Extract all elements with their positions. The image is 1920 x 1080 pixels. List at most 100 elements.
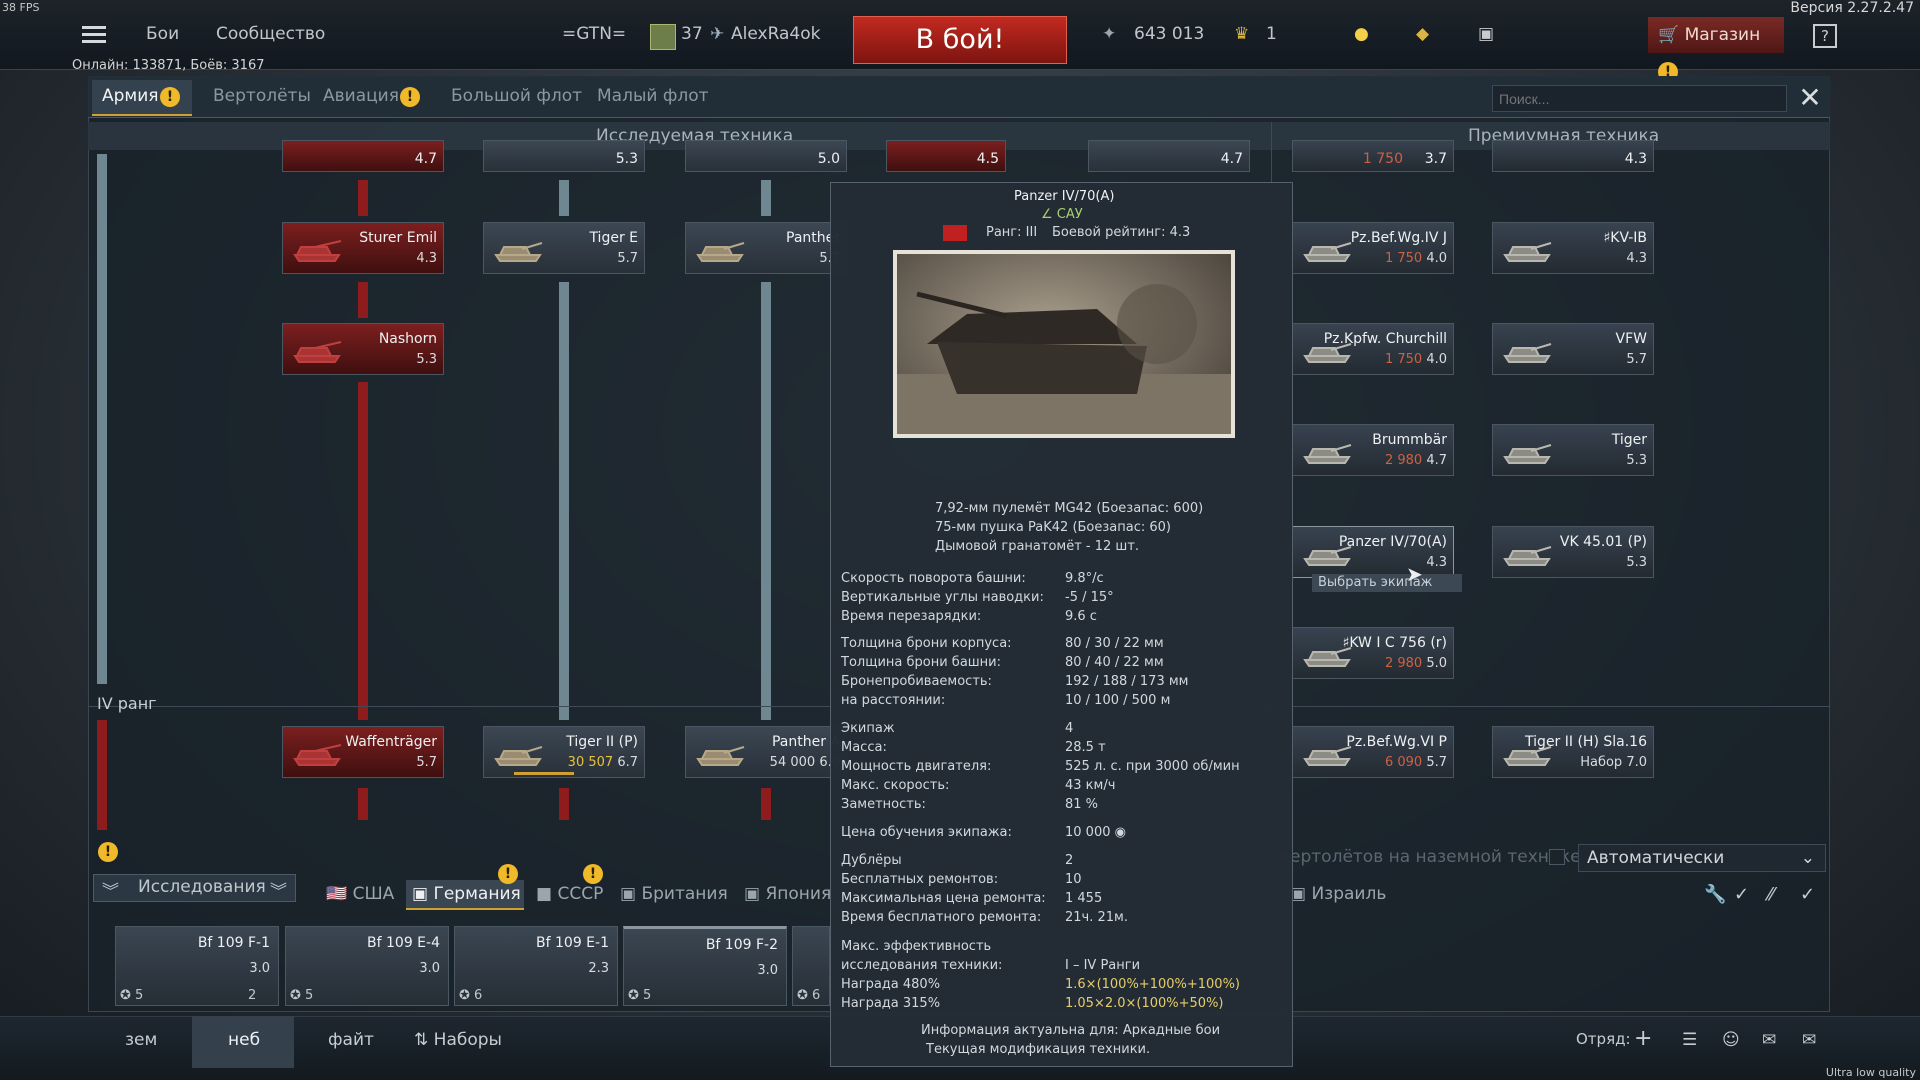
player-nickname[interactable]: AlexRa4ok — [731, 24, 821, 44]
double-check-icon[interactable]: ⁄⁄ — [1768, 884, 1774, 905]
vehicle-card-partial[interactable]: 4.7 — [1088, 140, 1250, 172]
presets-button[interactable]: ⇅ Наборы — [414, 1030, 502, 1050]
premium-card-tiger[interactable]: Tiger 5.3 — [1492, 424, 1654, 476]
crew-slot-bf109e1[interactable]: Bf 109 E-1 2.3 ✪ 6 — [454, 926, 618, 1006]
premium-card-vk-4501-p[interactable]: VK 45.01 (P) 5.3 — [1492, 526, 1654, 578]
premium-card-pzbefwg-iv-j[interactable]: Pz.Bef.Wg.IV J 1 750 4.0 — [1292, 222, 1454, 274]
vehicle-card-tiger-ii-p[interactable]: Tiger II (P) 30 507 6.7 — [483, 726, 645, 778]
vehicle-tooltip: Panzer IV/70(A) ∠ САУ Ранг: III Боевой р… — [830, 182, 1293, 1067]
wrench-icon[interactable]: 🔧 — [1704, 884, 1726, 905]
close-icon[interactable]: ✕ — [1795, 84, 1825, 114]
vehicle-card-nashorn[interactable]: Nashorn 5.3 — [282, 323, 444, 375]
tank-icon — [293, 744, 342, 766]
vehicle-card-tiger-e[interactable]: Tiger E 5.7 — [483, 222, 645, 274]
plane-icon: ✈ — [710, 24, 725, 44]
vehicle-card-partial[interactable]: 4.7 — [282, 140, 444, 172]
vehicle-photo — [893, 250, 1235, 438]
vehicle-card-partial[interactable]: 4.5 — [886, 140, 1006, 172]
mode-ground-button[interactable]: зем — [125, 1030, 157, 1050]
premium-card-brummbaer[interactable]: Brummbär 2 980 4.7 — [1292, 424, 1454, 476]
crew-slot-partial[interactable]: ✪ 6 — [792, 926, 830, 1006]
tab-aviation[interactable]: Авиация — [323, 86, 399, 106]
nation-tab-britain[interactable]: ▣ Британия — [620, 884, 728, 904]
research-toggle[interactable]: ︾ Исследования ︾ — [93, 874, 296, 902]
version-label: Версия 2.27.2.47 — [1790, 0, 1914, 16]
crew-slot-bf109f1[interactable]: Bf 109 F-1 3.0 ✪ 5 2 — [115, 926, 279, 1006]
tooltip-footer: Информация актуальна для: Аркадные бои — [921, 1023, 1221, 1038]
nation-tab-ussr[interactable]: ■ СССР — [536, 884, 603, 904]
vehicle-card-waffentraeger[interactable]: Waffenträger 5.7 — [282, 726, 444, 778]
friends-icon[interactable]: ☺ — [1722, 1030, 1740, 1050]
checkmark-icon[interactable]: ✓ — [1800, 884, 1815, 905]
sort-icon: ⇅ — [414, 1030, 429, 1050]
vehicle-card-partial[interactable]: 5.3 — [483, 140, 645, 172]
stat-value: 10 — [1065, 872, 1082, 887]
tank-icon — [1303, 746, 1352, 766]
auto-dropdown[interactable]: Автоматически ⌄ — [1578, 844, 1826, 872]
stat-value: 10 000 ◉ — [1065, 825, 1126, 840]
mail-icon[interactable]: ✉ — [1802, 1030, 1816, 1050]
crew-xp-icon: ◉ — [1114, 825, 1126, 840]
mode-file-button[interactable]: файт — [328, 1030, 374, 1050]
stat-value: 21ч. 21м. — [1065, 910, 1128, 925]
tree-line — [97, 720, 107, 830]
to-battle-button[interactable]: В бой! — [853, 16, 1067, 64]
search-input[interactable] — [1492, 85, 1787, 112]
premium-card-tiger-ii-h-sla16[interactable]: Tiger II (H) Sla.16 Набор 7.0 — [1492, 726, 1654, 778]
silver-balance[interactable]: 643 013 — [1134, 24, 1204, 44]
crew-slot-bf109e4[interactable]: Bf 109 E-4 3.0 ✪ 5 — [285, 926, 449, 1006]
stat-value: 192 / 188 / 173 мм — [1065, 674, 1189, 689]
tank-icon — [1503, 444, 1552, 464]
eagles-balance[interactable]: 1 — [1266, 24, 1277, 44]
diamond-icon[interactable]: ◆ — [1416, 24, 1429, 44]
stat-label: Время перезарядки: — [841, 609, 982, 624]
tree-line — [761, 282, 771, 720]
tree-line — [559, 282, 569, 720]
weapon-line: Дымовой гранатомёт - 12 шт. — [935, 539, 1140, 554]
battles-menu[interactable]: Бои — [146, 24, 179, 44]
cursor-icon: ➤ — [1406, 562, 1423, 586]
stat-value: 2 — [1065, 853, 1074, 868]
premium-card-partial[interactable]: 4.3 — [1492, 140, 1654, 172]
crew-slot-bf109f2[interactable]: Bf 109 F-2 3.0 ✪ 5 — [623, 926, 787, 1006]
checkmark-icon[interactable]: ✓ — [1734, 884, 1749, 905]
tab-coastal[interactable]: Малый флот — [597, 86, 709, 106]
player-level: 37 — [681, 24, 703, 44]
vehicle-card-partial[interactable]: 5.0 — [685, 140, 847, 172]
nation-tab-usa[interactable]: 🇺🇸 США — [326, 884, 394, 904]
stat-label: Скорость поворота башни: — [841, 571, 1026, 586]
list-icon[interactable]: ☰ — [1682, 1030, 1697, 1050]
add-squad-icon[interactable]: + — [1634, 1026, 1652, 1051]
premium-card-pzbefwg-vi-p[interactable]: Pz.Bef.Wg.VI P 6 090 5.7 — [1292, 726, 1454, 778]
player-avatar-icon[interactable] — [650, 24, 676, 50]
premium-card-panzer-iv-70a[interactable]: Panzer IV/70(A) 4.3 — [1292, 526, 1454, 578]
stat-label: Максимальная цена ремонта: — [841, 891, 1046, 906]
vehicle-card-panther[interactable]: Panther 5.7 — [685, 222, 847, 274]
premium-card-vfw[interactable]: VFW 5.7 — [1492, 323, 1654, 375]
golden-eagles-icon: ♛ — [1234, 24, 1250, 44]
vehicle-card-sturer-emil[interactable]: Sturer Emil 4.3 — [282, 222, 444, 274]
hamburger-menu-icon[interactable] — [82, 26, 106, 44]
premium-card-kw-i-c-756[interactable]: ♯KW I C 756 (r) 2 980 5.0 — [1292, 627, 1454, 679]
choose-crew-button[interactable]: Выбрать экипаж — [1312, 574, 1462, 592]
shop-button[interactable]: 🛒 Магазин ! — [1648, 17, 1784, 82]
squadron-tag[interactable]: =GTN= — [562, 24, 626, 44]
ticket-icon[interactable]: ▣ — [1478, 24, 1494, 44]
tank-icon — [1303, 444, 1352, 464]
mode-air-button[interactable]: неб — [228, 1030, 260, 1050]
premium-card-partial[interactable]: 1 750 3.7 — [1292, 140, 1454, 172]
premium-card-churchill[interactable]: Pz.Kpfw. Churchill 1 750 4.0 — [1292, 323, 1454, 375]
help-button[interactable]: ? — [1813, 24, 1837, 48]
tab-bluewater[interactable]: Большой флот — [451, 86, 582, 106]
vehicle-card-panther-a[interactable]: Panther A 54 000 6.0 — [685, 726, 847, 778]
quality-label: Ultra low quality — [1825, 1066, 1916, 1079]
nation-tab-israel[interactable]: ▣ Израиль — [1290, 884, 1386, 904]
tab-helicopters[interactable]: Вертолёты — [213, 86, 311, 106]
chat-icon[interactable]: ✉ — [1762, 1030, 1776, 1050]
lightbulb-icon[interactable]: ● — [1354, 24, 1369, 44]
helicopter-checkbox[interactable] — [1549, 849, 1565, 865]
premium-card-kv-ib[interactable]: ♯KV-IB 4.3 — [1492, 222, 1654, 274]
nation-tab-japan[interactable]: ▣ Япония — [744, 884, 831, 904]
nation-tab-germany[interactable]: ▣ Германия — [412, 884, 521, 904]
community-menu[interactable]: Сообщество — [216, 24, 325, 44]
